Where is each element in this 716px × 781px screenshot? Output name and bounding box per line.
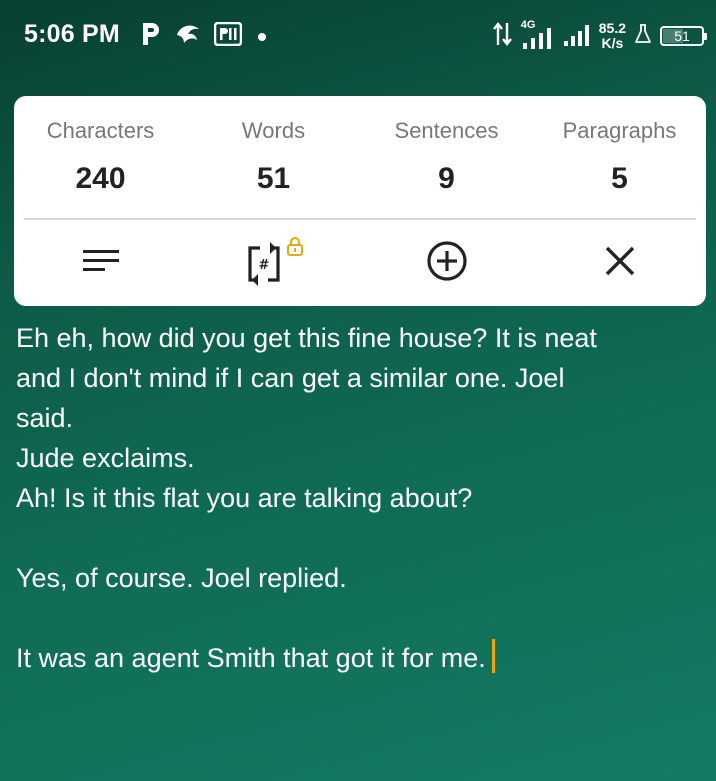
add-button[interactable] (360, 220, 533, 306)
editor-line-text: It was an agent Smith that got it for me… (16, 643, 486, 673)
stat-value: 9 (438, 162, 455, 195)
text-cursor (491, 639, 495, 673)
text-align-icon (82, 247, 120, 279)
dot-icon (254, 27, 270, 46)
stat-words: Words 51 (187, 96, 360, 218)
editor-line: Eh eh, how did you get this fine house? … (16, 323, 597, 353)
editor-line: and I don't mind if I can get a similar … (16, 363, 565, 393)
battery-icon: 51 (660, 26, 707, 46)
toolbar: # (14, 220, 706, 306)
net-speed-value: 85.2 (598, 20, 626, 36)
count-replace-icon: # (244, 237, 304, 286)
stat-sentences: Sentences 9 (360, 96, 533, 218)
stats-card: Characters 240 Words 51 Sentences 9 Para… (14, 96, 706, 306)
data-arrows-icon (492, 21, 513, 51)
net-speed: 85.2 K/s (599, 21, 626, 51)
signal-4g-icon: 4G (521, 19, 555, 51)
editor-line: Yes, of course. Joel replied. (16, 563, 347, 593)
p-app-icon (140, 21, 162, 51)
editor-line: Jude exclaims. (16, 443, 195, 473)
stat-characters: Characters 240 (14, 96, 187, 218)
count-replace-button[interactable]: # (187, 220, 360, 306)
flask-icon (634, 23, 652, 49)
net-speed-unit: K/s (601, 35, 624, 51)
status-time: 5:06 PM (24, 20, 120, 48)
text-align-button[interactable] (14, 220, 187, 306)
text-editor[interactable]: Eh eh, how did you get this fine house? … (16, 318, 706, 678)
notification-icons (140, 18, 270, 54)
battery-level: 51 (674, 28, 690, 44)
stat-value: 5 (611, 162, 628, 195)
stat-value: 51 (256, 162, 291, 195)
close-button[interactable] (533, 220, 706, 306)
system-icons: 4G 85.2 K/s 51 (492, 16, 707, 56)
stat-label: Characters (46, 118, 155, 143)
stat-label: Sentences (394, 118, 499, 143)
stat-label: Paragraphs (562, 118, 677, 143)
bird-app-icon (174, 21, 202, 51)
signal-bars-icon (563, 21, 591, 51)
status-bar: 5:06 PM 4G 85.2 K/s 51 (0, 0, 716, 76)
close-icon (604, 245, 636, 281)
stat-value: 240 (75, 162, 126, 195)
editor-line: Ah! Is it this flat you are talking abou… (16, 483, 473, 513)
lock-icon (286, 236, 304, 260)
editor-line: said. (16, 403, 74, 433)
stat-label: Words (241, 118, 306, 143)
editor-last-line: It was an agent Smith that got it for me… (16, 638, 706, 678)
stats-row: Characters 240 Words 51 Sentences 9 Para… (14, 96, 706, 218)
pl-app-icon (213, 21, 243, 50)
svg-text:#: # (258, 258, 269, 273)
stat-paragraphs: Paragraphs 5 (533, 96, 706, 218)
add-circle-icon (426, 240, 468, 286)
